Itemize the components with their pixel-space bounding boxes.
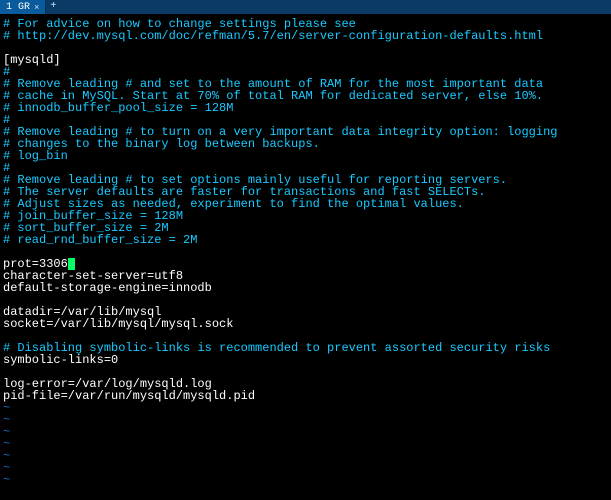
editor-line: # log_bin xyxy=(3,150,608,162)
editor-viewport[interactable]: # For advice on how to change settings p… xyxy=(0,14,611,500)
editor-line xyxy=(3,246,608,258)
tab-bar: 1 GR × + xyxy=(0,0,611,14)
editor-line: ~ xyxy=(3,474,608,486)
tab-label: 1 GR xyxy=(6,2,30,14)
editor-line: ~ xyxy=(3,450,608,462)
new-tab-button[interactable]: + xyxy=(46,0,60,14)
editor-line: ~ xyxy=(3,426,608,438)
close-icon[interactable]: × xyxy=(34,2,39,14)
editor-line xyxy=(3,42,608,54)
editor-line: ~ xyxy=(3,438,608,450)
editor-line: socket=/var/lib/mysql/mysql.sock xyxy=(3,318,608,330)
editor-line: # http://dev.mysql.com/doc/refman/5.7/en… xyxy=(3,30,608,42)
editor-line: # changes to the binary log between back… xyxy=(3,138,608,150)
editor-line: [mysqld] xyxy=(3,54,608,66)
editor-line: ~ xyxy=(3,414,608,426)
tab-1[interactable]: 1 GR × xyxy=(0,0,46,14)
editor-line: default-storage-engine=innodb xyxy=(3,282,608,294)
editor-line: # innodb_buffer_pool_size = 128M xyxy=(3,102,608,114)
editor-line: ~ xyxy=(3,402,608,414)
editor-line: symbolic-links=0 xyxy=(3,354,608,366)
editor-line: # read_rnd_buffer_size = 2M xyxy=(3,234,608,246)
plus-icon: + xyxy=(50,1,56,13)
editor-line: pid-file=/var/run/mysqld/mysqld.pid xyxy=(3,390,608,402)
editor-line: ~ xyxy=(3,462,608,474)
